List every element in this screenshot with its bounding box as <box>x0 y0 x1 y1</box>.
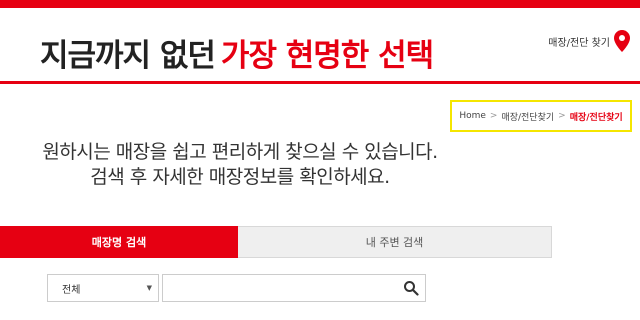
search-icon[interactable] <box>403 280 419 296</box>
region-select-value: 전체 <box>62 284 81 296</box>
tab-store-name-search[interactable]: 매장명 검색 <box>0 226 238 258</box>
intro-line-2: 검색 후 자세한 매장정보를 확인하세요. <box>90 166 390 188</box>
caret-down-icon: ▼ <box>146 284 152 292</box>
search-tabs: 매장명 검색 내 주변 검색 <box>0 226 552 258</box>
slogan-accent: 가장 현명한 선택 <box>220 38 434 74</box>
search-form: 전체 ▼ <box>47 274 426 302</box>
breadcrumb-current: 매장/전단찾기 <box>569 112 623 123</box>
search-input[interactable] <box>163 275 393 301</box>
map-pin-icon <box>614 30 630 52</box>
breadcrumb: Home > 매장/전단찾기 > 매장/전단찾기 <box>450 100 632 132</box>
search-box <box>162 274 426 302</box>
intro-line-1: 원하시는 매장을 쉽고 편리하게 찾으실 수 있습니다. <box>42 141 438 163</box>
breadcrumb-home[interactable]: Home <box>459 111 486 121</box>
intro-text: 원하시는 매장을 쉽고 편리하게 찾으실 수 있습니다. 검색 후 자세한 매장… <box>20 140 460 190</box>
store-finder-link[interactable]: 매장/전단 찾기 <box>548 30 630 52</box>
breadcrumb-parent[interactable]: 매장/전단찾기 <box>501 110 554 123</box>
region-select[interactable]: 전체 ▼ <box>47 274 159 302</box>
page-title: 지금까지 없던 가장 현명한 선택 <box>40 30 434 75</box>
store-finder-label: 매장/전단 찾기 <box>548 37 610 49</box>
top-accent-bar <box>0 0 640 8</box>
slogan-plain: 지금까지 없던 <box>40 38 216 74</box>
breadcrumb-separator: > <box>558 111 566 121</box>
tab-nearby-search[interactable]: 내 주변 검색 <box>238 226 552 258</box>
breadcrumb-separator: > <box>489 111 498 121</box>
page-header: 지금까지 없던 가장 현명한 선택 매장/전단 찾기 <box>0 8 640 84</box>
